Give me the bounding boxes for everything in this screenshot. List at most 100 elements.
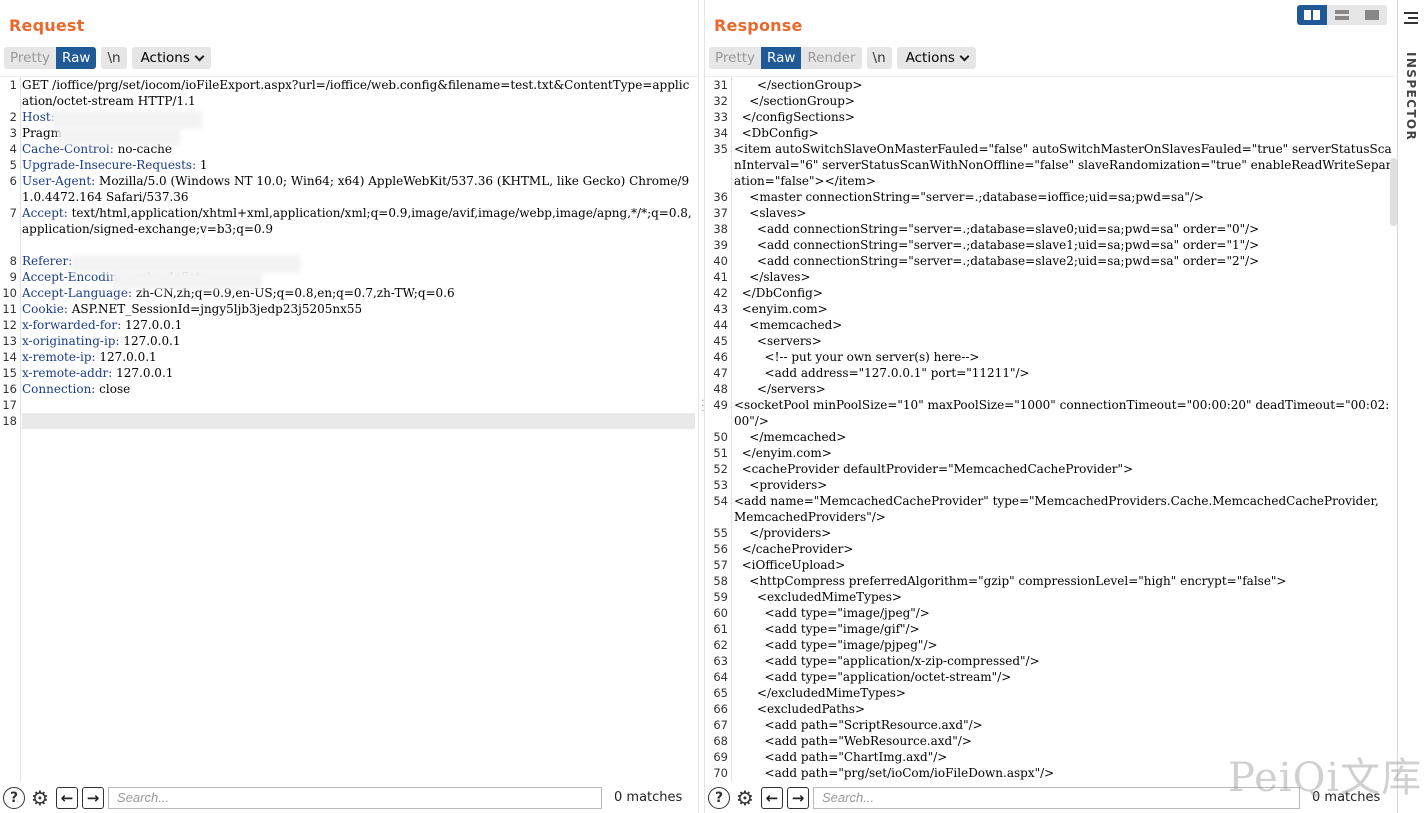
- line-number: 18: [2, 414, 17, 428]
- request-line: 7 Accept: text/html,application/xhtml+xml…: [0, 205, 698, 253]
- response-line-text: </cacheProvider>: [734, 542, 854, 556]
- response-actions-button[interactable]: Actions: [896, 47, 976, 69]
- redaction-blur: [112, 271, 262, 289]
- line-number: 61: [713, 622, 728, 636]
- response-line-text: <add type="image/jpeg"/>: [734, 606, 930, 620]
- request-line: 17: [0, 397, 698, 413]
- request-title: Request: [9, 16, 85, 35]
- line-number: 15: [2, 366, 17, 380]
- response-line: 58 <httpCompress preferredAlgorithm="gzi…: [705, 573, 1397, 589]
- request-line: 10 Accept-Language: zh-CN,zh;q=0.9,en-US;…: [0, 285, 698, 301]
- drag-handle-icon: · · ·: [701, 394, 705, 417]
- pane-divider[interactable]: · · ·: [698, 0, 705, 813]
- response-line: 31 </sectionGroup>: [705, 77, 1397, 93]
- line-number: 42: [713, 286, 728, 300]
- request-line-text: Accept: text/html,application/xhtml+xml,…: [22, 206, 692, 236]
- response-line-text: <add name="MemcachedCacheProvider" type=…: [734, 494, 1379, 524]
- next-match-button[interactable]: →: [82, 786, 104, 809]
- line-number: 63: [713, 654, 728, 668]
- response-scrollbar[interactable]: [1390, 158, 1397, 226]
- gear-icon[interactable]: ⚙: [733, 786, 757, 810]
- request-line-text: Cookie: ASP.NET_SessionId=jngy5ljb3jedp2…: [22, 302, 363, 316]
- response-line-text: <item autoSwitchSlaveOnMasterFauled="fal…: [734, 142, 1392, 188]
- next-match-button[interactable]: →: [787, 786, 809, 809]
- request-search-input[interactable]: [108, 786, 602, 809]
- response-line-text: <add type="image/pjpeg"/>: [734, 638, 938, 652]
- previous-match-button[interactable]: ←: [56, 786, 78, 809]
- request-line-text: x-forwarded-for: 127.0.0.1: [22, 318, 183, 332]
- line-number: 10: [2, 286, 17, 300]
- stacked-layout-button[interactable]: [1327, 5, 1357, 25]
- response-line: 32 </sectionGroup>: [705, 93, 1397, 109]
- request-newline-toggle[interactable]: \n: [101, 47, 127, 69]
- request-raw-tab[interactable]: Raw: [56, 47, 97, 69]
- request-actions-button[interactable]: Actions: [131, 47, 211, 69]
- response-line: 54 <add name="MemcachedCacheProvider" ty…: [705, 493, 1397, 525]
- side-by-side-layout-button[interactable]: [1297, 5, 1327, 25]
- response-line: 40 <add connectionString="server=.;datab…: [705, 253, 1397, 269]
- line-number: 47: [713, 366, 728, 380]
- response-line: 47 <add address="127.0.0.1" port="11211"…: [705, 365, 1397, 381]
- response-line-text: <add connectionString="server=.;database…: [734, 238, 1260, 252]
- response-search-input[interactable]: [813, 786, 1300, 809]
- help-icon[interactable]: ?: [3, 786, 25, 809]
- chevron-down-icon: [959, 51, 970, 61]
- response-line-text: <master connectionString="server=.;datab…: [734, 190, 1204, 204]
- response-line-text: <add connectionString="server=.;database…: [734, 254, 1260, 268]
- response-pretty-tab[interactable]: Pretty: [709, 47, 762, 69]
- request-pretty-tab[interactable]: Pretty: [4, 47, 57, 69]
- response-line-text: <add path="WebResource.axd"/>: [734, 734, 972, 748]
- response-line-text: </providers>: [734, 526, 832, 540]
- single-pane-icon: [1365, 10, 1379, 20]
- line-number: 60: [713, 606, 728, 620]
- line-number: 59: [713, 590, 728, 604]
- request-match-count: 0 matches: [614, 790, 683, 805]
- line-number: 38: [713, 222, 728, 236]
- response-line-text: <add type="application/octet-stream"/>: [734, 670, 1012, 684]
- line-number: 6: [9, 174, 17, 188]
- response-line: 38 <add connectionString="server=.;datab…: [705, 221, 1397, 237]
- gear-icon[interactable]: ⚙: [28, 786, 52, 810]
- line-number: 49: [713, 398, 728, 412]
- line-number: 36: [713, 190, 728, 204]
- line-number: 56: [713, 542, 728, 556]
- line-number: 32: [713, 94, 728, 108]
- inspector-panel[interactable]: INSPECTOR: [1397, 0, 1425, 813]
- redaction-blur: [58, 127, 180, 145]
- response-render-tab[interactable]: Render: [801, 47, 862, 69]
- request-line-text: GET /ioffice/prg/set/iocom/ioFileExport.…: [22, 78, 690, 108]
- single-layout-button[interactable]: [1357, 5, 1387, 25]
- line-number: 58: [713, 574, 728, 588]
- response-line: 36 <master connectionString="server=.;da…: [705, 189, 1397, 205]
- previous-match-button[interactable]: ←: [761, 786, 783, 809]
- request-line-text: x-remote-ip: 127.0.0.1: [22, 350, 157, 364]
- response-newline-toggle[interactable]: \n: [866, 47, 892, 69]
- response-line-text: <memcached>: [734, 318, 843, 332]
- response-line: 55 </providers>: [705, 525, 1397, 541]
- line-number: 11: [2, 302, 17, 316]
- request-toolbar: Pretty Raw \n Actions: [4, 47, 211, 69]
- line-number: 1: [9, 78, 17, 92]
- response-line-text: <add type="application/x-zip-compressed"…: [734, 654, 1040, 668]
- response-raw-tab[interactable]: Raw: [761, 47, 802, 69]
- line-number: 55: [713, 526, 728, 540]
- line-number: 70: [713, 766, 728, 780]
- request-line: 11 Cookie: ASP.NET_SessionId=jngy5ljb3jed…: [0, 301, 698, 317]
- inspector-label[interactable]: INSPECTOR: [1404, 52, 1418, 141]
- response-line: 57 <iOfficeUpload>: [705, 557, 1397, 573]
- line-number: 35: [713, 142, 728, 156]
- request-editor[interactable]: 1 GET /ioffice/prg/set/iocom/ioFileExport…: [0, 76, 698, 782]
- response-line: 64 <add type="application/octet-stream"/…: [705, 669, 1397, 685]
- response-line-text: <enyim.com>: [734, 302, 828, 316]
- help-icon[interactable]: ?: [708, 786, 730, 809]
- response-line-text: <add type="image/gif"/>: [734, 622, 920, 636]
- line-number: 68: [713, 734, 728, 748]
- response-line: 44 <memcached>: [705, 317, 1397, 333]
- response-editor[interactable]: 31 </sectionGroup> 32 </sectionGroup> 33 <…: [705, 76, 1397, 782]
- response-line: 43 <enyim.com>: [705, 301, 1397, 317]
- menu-icon[interactable]: [1404, 12, 1420, 27]
- response-line-text: </DbConfig>: [734, 286, 823, 300]
- response-line: 60 <add type="image/jpeg"/>: [705, 605, 1397, 621]
- response-line-text: <!-- put your own server(s) here-->: [734, 350, 980, 364]
- line-number: 53: [713, 478, 728, 492]
